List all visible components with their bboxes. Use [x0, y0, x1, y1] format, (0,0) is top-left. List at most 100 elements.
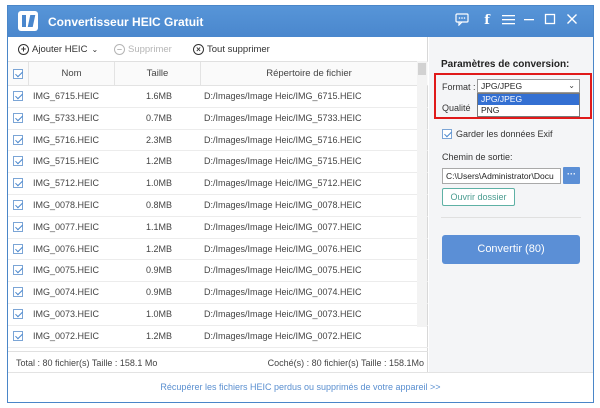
- table-row[interactable]: IMG_0072.HEIC 1.2MB D:/Images/Image Heic/I…: [8, 326, 428, 348]
- delete-label: Supprimer: [128, 43, 172, 55]
- maximize-icon[interactable]: [542, 13, 558, 29]
- file-path-cell: D:/Images/Image Heic/IMG_0076.HEIC: [204, 243, 362, 254]
- table-row[interactable]: IMG_5712.HEIC 1.0MB D:/Images/Image Heic/I…: [8, 173, 428, 195]
- delete-all-label: Tout supprimer: [207, 43, 270, 55]
- close-icon[interactable]: [564, 13, 580, 29]
- chat-icon[interactable]: [454, 13, 470, 29]
- row-checkbox[interactable]: [13, 178, 23, 189]
- table-header: Nom Taille Répertoire de fichier: [8, 62, 428, 86]
- minus-icon: –: [114, 43, 125, 55]
- chevron-down-icon: ⌄: [91, 44, 99, 54]
- file-size-cell: 0.8MB: [146, 199, 173, 210]
- row-checkbox[interactable]: [13, 308, 23, 319]
- delete-all-button[interactable]: × Tout supprimer: [193, 42, 270, 56]
- format-option-png[interactable]: PNG: [478, 105, 579, 116]
- file-path-cell: D:/Images/Image Heic/IMG_0073.HEIC: [204, 308, 362, 319]
- file-size-cell: 1.2MB: [146, 330, 173, 341]
- header-size[interactable]: Taille: [115, 62, 201, 86]
- file-size-cell: 1.0MB: [146, 308, 173, 319]
- add-heic-button[interactable]: + Ajouter HEIC ⌄: [18, 42, 98, 56]
- file-path-cell: D:/Images/Image Heic/IMG_0072.HEIC: [204, 330, 362, 341]
- add-heic-label: Ajouter HEIC: [32, 43, 88, 55]
- header-name[interactable]: Nom: [29, 62, 115, 86]
- table-row[interactable]: IMG_5715.HEIC 1.2MB D:/Images/Image Heic/I…: [8, 151, 428, 174]
- table-row[interactable]: IMG_5733.HEIC 0.7MB D:/Images/Image Heic/I…: [8, 108, 428, 130]
- file-size-cell: 1.2MB: [146, 243, 173, 254]
- file-name-cell: IMG_6715.HEIC: [33, 91, 100, 101]
- format-selected-value: JPG/JPEG: [481, 81, 523, 91]
- file-name-cell: IMG_5715.HEIC: [33, 156, 100, 167]
- row-checkbox[interactable]: [13, 134, 23, 145]
- row-checkbox[interactable]: [13, 91, 23, 101]
- delete-button[interactable]: – Supprimer: [114, 42, 172, 56]
- file-size-cell: 1.0MB: [146, 178, 173, 189]
- file-name-cell: IMG_0073.HEIC: [33, 308, 100, 319]
- footer: Récupérer les fichiers HEIC perdus ou su…: [8, 372, 593, 402]
- menu-icon[interactable]: [500, 13, 516, 29]
- file-name-cell: IMG_0078.HEIC: [33, 199, 100, 210]
- table-row[interactable]: IMG_6715.HEIC 1.6MB D:/Images/Image Heic/I…: [8, 86, 428, 108]
- scrollbar-track[interactable]: [417, 61, 427, 327]
- file-path-cell: D:/Images/Image Heic/IMG_6715.HEIC: [204, 91, 362, 101]
- format-label: Format :: [442, 82, 476, 92]
- chevron-down-icon: ⌄: [568, 81, 575, 90]
- table-row[interactable]: IMG_0073.HEIC 1.0MB D:/Images/Image Heic/I…: [8, 304, 428, 326]
- file-name-cell: IMG_0076.HEIC: [33, 243, 100, 254]
- quality-label: Qualité: [442, 103, 471, 113]
- exif-checkbox[interactable]: [442, 129, 452, 139]
- header-select-cell: [8, 62, 29, 86]
- table-row[interactable]: IMG_0076.HEIC 1.2MB D:/Images/Image Heic/I…: [8, 239, 428, 261]
- format-option-jpg[interactable]: JPG/JPEG: [478, 94, 579, 105]
- row-checkbox[interactable]: [13, 156, 23, 167]
- file-path-cell: D:/Images/Image Heic/IMG_5712.HEIC: [204, 178, 362, 189]
- settings-title: Paramètres de conversion:: [441, 59, 570, 70]
- exif-label: Garder les données Exif: [456, 129, 553, 139]
- app-window: Convertisseur HEIC Gratuit f + Ajouter H…: [7, 5, 594, 403]
- row-checkbox[interactable]: [13, 265, 23, 276]
- table-row[interactable]: IMG_0077.HEIC 1.1MB D:/Images/Image Heic/I…: [8, 217, 428, 239]
- file-name-cell: IMG_0072.HEIC: [33, 330, 100, 341]
- file-path-cell: D:/Images/Image Heic/IMG_0077.HEIC: [204, 221, 362, 232]
- status-total: Total : 80 fichier(s) Taille : 158.1 Mo: [16, 358, 158, 368]
- format-select[interactable]: JPG/JPEG ⌄: [477, 79, 580, 93]
- output-path-label: Chemin de sortie:: [442, 152, 513, 162]
- scrollbar-thumb[interactable]: [418, 63, 426, 75]
- file-name-cell: IMG_0074.HEIC: [33, 287, 100, 298]
- file-name-cell: IMG_0077.HEIC: [33, 221, 100, 232]
- table-row[interactable]: IMG_0075.HEIC 0.9MB D:/Images/Image Heic/I…: [8, 260, 428, 283]
- file-size-cell: 2.3MB: [146, 134, 173, 145]
- output-path-input[interactable]: C:\Users\Administrator\Docu: [442, 168, 561, 184]
- clear-icon: ×: [193, 43, 204, 55]
- facebook-icon[interactable]: f: [479, 13, 495, 29]
- file-path-cell: D:/Images/Image Heic/IMG_5715.HEIC: [204, 156, 362, 167]
- table-row[interactable]: IMG_0078.HEIC 0.8MB D:/Images/Image Heic/I…: [8, 195, 428, 217]
- row-checkbox[interactable]: [13, 243, 23, 254]
- recover-files-link[interactable]: Récupérer les fichiers HEIC perdus ou su…: [8, 382, 593, 392]
- file-size-cell: 0.9MB: [146, 287, 173, 298]
- title-bar: Convertisseur HEIC Gratuit f: [8, 6, 593, 37]
- table-row[interactable]: IMG_5716.HEIC 2.3MB D:/Images/Image Heic/I…: [8, 130, 428, 152]
- row-checkbox[interactable]: [13, 330, 23, 341]
- file-name-cell: IMG_0075.HEIC: [33, 265, 100, 276]
- file-path-cell: D:/Images/Image Heic/IMG_0074.HEIC: [204, 287, 362, 298]
- app-logo-icon: [18, 11, 38, 31]
- file-size-cell: 0.9MB: [146, 265, 173, 276]
- select-all-checkbox[interactable]: [13, 69, 23, 79]
- file-name-cell: IMG_5712.HEIC: [33, 178, 100, 189]
- table-row[interactable]: IMG_0074.HEIC 0.9MB D:/Images/Image Heic/I…: [8, 282, 428, 304]
- file-size-cell: 0.7MB: [146, 112, 173, 123]
- convert-button[interactable]: Convertir (80): [442, 235, 580, 264]
- file-path-cell: D:/Images/Image Heic/IMG_5716.HEIC: [204, 134, 362, 145]
- row-checkbox[interactable]: [13, 287, 23, 298]
- file-list-panel: + Ajouter HEIC ⌄ – Supprimer × Tout supp…: [8, 37, 428, 372]
- row-checkbox[interactable]: [13, 112, 23, 123]
- app-title: Convertisseur HEIC Gratuit: [48, 15, 204, 29]
- open-folder-button[interactable]: Ouvrir dossier: [442, 188, 515, 206]
- file-path-cell: D:/Images/Image Heic/IMG_0078.HEIC: [204, 199, 362, 210]
- browse-button[interactable]: ···: [563, 167, 580, 184]
- file-path-cell: D:/Images/Image Heic/IMG_5733.HEIC: [204, 112, 362, 123]
- minimize-icon[interactable]: [521, 13, 537, 29]
- row-checkbox[interactable]: [13, 221, 23, 232]
- header-directory[interactable]: Répertoire de fichier: [201, 62, 417, 86]
- row-checkbox[interactable]: [13, 199, 23, 210]
